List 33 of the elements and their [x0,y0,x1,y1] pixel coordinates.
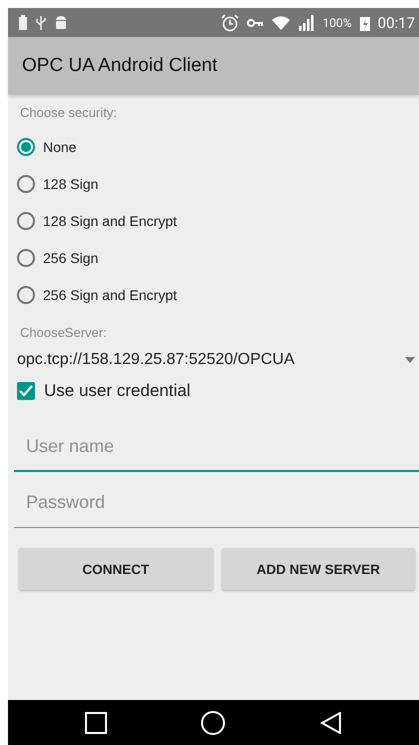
section-label: Choose security: [19,105,118,120]
radio-button[interactable] [17,248,35,266]
checkbox[interactable] [17,382,35,400]
charging-battery-icon [360,14,370,30]
back-icon [320,712,342,734]
wifi-icon [270,14,291,30]
radio-label: 256 Sign [43,250,98,266]
checkbox-label: Use user credential [44,381,190,401]
section-label: ChooseServer: [19,325,108,340]
alarm-icon [220,14,239,32]
input-field[interactable]: Password [14,478,419,528]
radio-label: None [43,138,76,154]
square-icon [85,712,108,734]
radio-label: 256 Sign and Encrypt [43,286,177,302]
battery-percent: 100% [322,16,352,30]
radio-button[interactable] [17,138,35,156]
home-icon [201,710,226,734]
server-dropdown[interactable]: opc.tcp://158.129.25.87:52520/OPCUA [17,351,405,369]
signal-icon [298,14,315,30]
clock: 00:17 [378,14,415,32]
radio-button[interactable] [17,212,35,230]
dropdown-arrow-icon [405,357,415,363]
usb-icon [36,14,46,30]
app-title: OPC UA Android Client [22,55,218,77]
battery-icon [18,14,28,30]
radio-label: 128 Sign [43,176,98,192]
input-field[interactable]: User name [14,422,419,472]
key-icon [246,18,263,28]
radio-label: 128 Sign and Encrypt [43,212,177,228]
radio-button[interactable] [17,174,35,192]
action-button[interactable]: CONNECT [19,548,212,590]
radio-button[interactable] [17,286,35,304]
action-button[interactable]: ADD NEW SERVER [222,548,415,590]
